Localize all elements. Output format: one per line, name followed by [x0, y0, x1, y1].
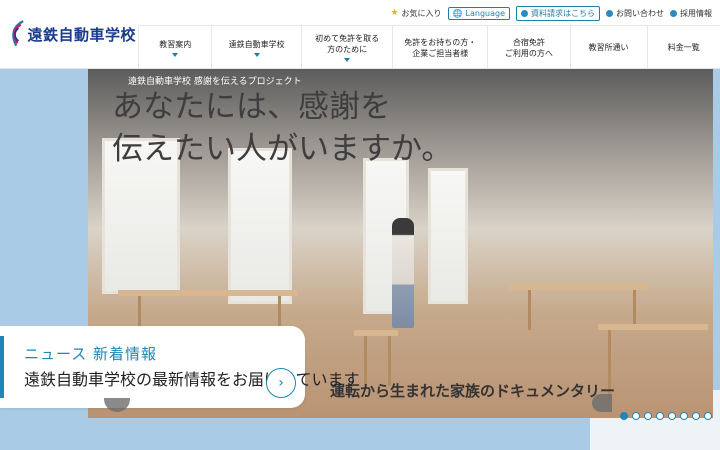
photo-stool-leg	[364, 336, 367, 386]
language-label: Language	[465, 8, 505, 18]
brochure-request-label: 資料請求はこちら	[531, 8, 595, 18]
hero-headline-line2: 伝えたい人がいますか。	[112, 131, 453, 167]
chevron-down-icon	[172, 52, 179, 57]
logo-mark-icon	[12, 20, 24, 47]
chevron-down-icon	[344, 58, 351, 62]
slide-pagination	[620, 412, 712, 420]
nav-label: 初めて免許を取る 方のために	[315, 34, 380, 54]
slide-dot[interactable]	[644, 412, 652, 420]
info-icon	[606, 9, 613, 17]
nav-item-about-school[interactable]: 遠鉄自動車学校	[211, 26, 301, 69]
photo-window	[228, 148, 292, 304]
recruit-link[interactable]: 採用情報	[670, 8, 712, 19]
site-logo[interactable]: 遠鉄自動車学校	[8, 10, 136, 58]
slide-dot[interactable]	[692, 412, 700, 420]
photo-stool	[354, 330, 398, 336]
slide-dot[interactable]	[704, 412, 712, 420]
slide-dot[interactable]	[680, 412, 688, 420]
photo-stool-leg	[388, 336, 391, 386]
nav-label: 教習案内	[159, 39, 192, 49]
photo-table	[598, 324, 708, 330]
nav-item-commute[interactable]: 教習所通い	[569, 26, 647, 69]
nav-label: 料金一覧	[667, 43, 700, 52]
language-button[interactable]: 🌐 Language	[447, 6, 510, 20]
photo-table-leg	[528, 290, 531, 330]
hero-subline: 運転から生まれた家族のドキュメンタリー	[330, 382, 616, 400]
news-card[interactable]: ニュース 新着情報 遠鉄自動車学校の最新情報をお届けしています	[0, 326, 360, 408]
contact-link[interactable]: お問い合わせ	[606, 8, 664, 19]
nav-item-license-holders[interactable]: 免許をお持ちの方・ 企業ご担当者様	[392, 26, 487, 69]
slide-dot[interactable]	[620, 412, 628, 420]
nav-item-camp-license[interactable]: 合宿免許 ご利用の方へ	[487, 26, 569, 69]
main-nav: 教習案内 遠鉄自動車学校 初めて免許を取る 方のために 免許をお持ちの方・ 企業…	[138, 25, 720, 69]
nav-item-first-license[interactable]: 初めて免許を取る 方のために	[300, 26, 392, 69]
nav-item-course-guide[interactable]: 教習案内	[138, 26, 211, 69]
nav-label: 教習所通い	[588, 43, 629, 52]
site-header: 遠鉄自動車学校 ★ お気に入り 🌐 Language 資料請求はこちら お問い合…	[0, 0, 720, 69]
favorites-label: お気に入り	[401, 8, 442, 18]
nav-label: 遠鉄自動車学校	[228, 39, 285, 49]
star-icon: ★	[390, 8, 399, 18]
chevron-right-icon[interactable]: ›	[266, 368, 296, 398]
logo-text: 遠鉄自動車学校	[27, 25, 136, 44]
contact-label: お問い合わせ	[616, 8, 664, 18]
recruit-label: 採用情報	[680, 8, 712, 18]
news-card-title: ニュース 新着情報	[24, 345, 158, 363]
hero-headline-line1: あなたには、感謝を	[112, 89, 391, 125]
utility-links: ★ お気に入り 🌐 Language 資料請求はこちら お問い合わせ 採用情報	[390, 5, 712, 21]
chevron-down-icon	[253, 52, 260, 57]
photo-person	[392, 218, 414, 328]
nav-label: 免許をお持ちの方・ 企業ご担当者様	[404, 37, 477, 58]
hero-headline: あなたには、感謝を 伝えたい人がいますか。	[112, 86, 452, 170]
brochure-request-button[interactable]: 資料請求はこちら	[516, 5, 600, 21]
slide-dot[interactable]	[668, 412, 676, 420]
slide-next-button[interactable]	[592, 394, 612, 412]
globe-icon: 🌐	[452, 8, 463, 18]
nav-label: 合宿免許 ご利用の方へ	[504, 37, 553, 58]
info-icon	[670, 9, 677, 17]
info-icon	[521, 9, 528, 17]
nav-item-fees[interactable]: 料金一覧	[646, 26, 720, 69]
news-card-body: 遠鉄自動車学校の最新情報をお届けしています	[24, 370, 360, 389]
favorites-link[interactable]: ★ お気に入り	[390, 8, 441, 19]
slide-dot[interactable]	[656, 412, 664, 420]
photo-window	[428, 168, 468, 304]
photo-table	[118, 290, 298, 296]
slide-dot[interactable]	[632, 412, 640, 420]
